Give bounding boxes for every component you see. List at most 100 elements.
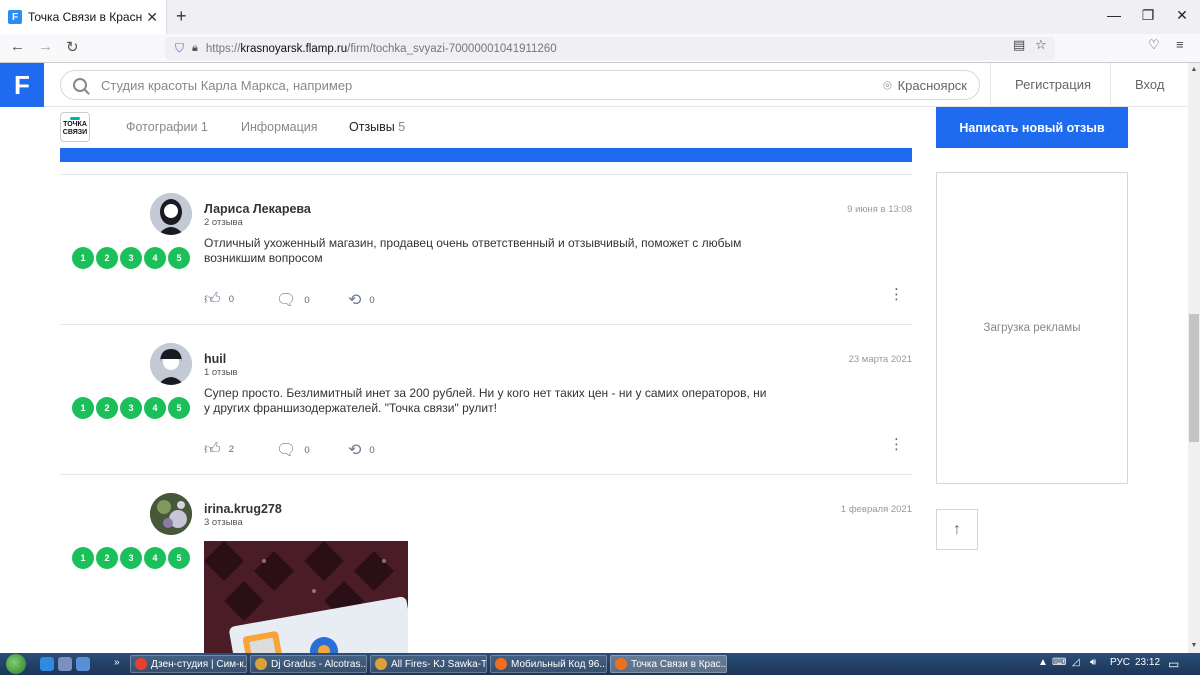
like-button[interactable]: 👍︎ 0 [204,290,234,309]
company-subheader: ТОЧКА СВЯЗИ Фотографии 1 Информация Отзы… [0,107,1188,148]
taskbar-item[interactable]: All Fires- KJ Sawka-T... [370,655,487,673]
pocket-icon[interactable]: ♡ [1148,37,1160,53]
lock-icon[interactable]: 🔒︎ [192,42,198,55]
comment-icon: 🗨︎ [276,442,297,459]
tab-info-label: Информация [241,120,318,134]
shield-icon[interactable]: ⛉ [175,41,184,56]
share-button[interactable]: ⟲ 0 [348,440,375,460]
search-input[interactable]: Студия красоты Карла Маркса, например ⌾ … [60,70,980,100]
reload-icon[interactable]: ↻ [66,38,79,56]
word-icon[interactable] [76,657,90,671]
rating-step: 4 [144,247,166,269]
avatar[interactable] [150,343,192,385]
register-link[interactable]: Регистрация [1015,77,1091,92]
back-arrow-icon[interactable]: ← [10,38,25,55]
comment-count: 0 [304,444,310,456]
taskbar-item-label: Dj Gradus - Alcotras... [271,658,367,670]
scrollbar-thumb[interactable] [1189,314,1199,442]
share-button[interactable]: ⟲ 0 [348,290,375,310]
browser-tab[interactable]: F Точка Связи в Красноярске на ✕ [0,0,167,34]
like-button[interactable]: 👍︎ 2 [204,440,234,459]
tab-photos-count: 1 [200,120,208,134]
reader-view-icon[interactable]: ▤ [1013,37,1025,53]
close-tab-icon[interactable]: ✕ [146,9,158,26]
like-count: 0 [228,294,235,305]
review-date: 23 марта 2021 [848,354,912,365]
chrome-icon [135,658,147,670]
start-button[interactable] [6,654,26,674]
browser-navbar: ← → ↻ ⛉ 🔒︎ https:// krasnoyarsk.flamp.ru… [0,34,1200,63]
divider [990,63,991,107]
close-window-button[interactable]: ✕ [1170,7,1194,24]
comment-button[interactable]: 🗨︎ 0 [276,440,310,460]
address-bar[interactable]: ⛉ 🔒︎ https:// krasnoyarsk.flamp.ru /firm… [165,37,1055,60]
taskbar-item[interactable]: Dj Gradus - Alcotras... [250,655,367,673]
browser-tabbar: F Точка Связи в Красноярске на ✕ + — ❐ ✕ [0,0,1200,34]
thumbs-up-icon: 👍︎ [204,291,221,308]
taskbar-item[interactable]: Дзен-студия | Сим-к... [130,655,247,673]
review-author[interactable]: Лариса Лекарева [204,202,311,216]
minimize-button[interactable]: — [1102,7,1126,23]
search-placeholder: Студия красоты Карла Маркса, например [101,77,353,93]
tab-reviews[interactable]: Отзывы 5 [349,120,405,134]
language-indicator[interactable]: РУС [1110,657,1130,668]
flamp-logo[interactable]: F [0,63,44,107]
media-icon[interactable] [58,657,72,671]
city-selector[interactable]: ⌾ Красноярск [883,77,967,94]
review-card: Лариса Лекарева 2 отзыва 9 июня в 13:08 … [60,174,912,324]
site-header: F Студия красоты Карла Маркса, например … [0,63,1188,107]
avatar[interactable] [150,493,192,535]
quicklaunch-expand-icon[interactable]: » [114,657,120,668]
author-review-count: 3 отзыва [204,517,243,528]
url-host: krasnoyarsk.flamp.ru [240,42,348,55]
logo-mark-icon [70,117,80,120]
tab-photos[interactable]: Фотографии 1 [126,120,208,134]
action-center-icon[interactable]: ▭ [1168,657,1179,671]
rating-step: 1 [72,547,94,569]
rating: 1 2 3 4 5 [72,397,190,419]
network-icon[interactable]: ◿ [1072,657,1080,668]
more-options-icon[interactable]: ⋮ [889,287,904,302]
rating-step: 5 [168,547,190,569]
scroll-up-arrow-icon[interactable]: ▲ [1189,66,1199,73]
bookmark-star-icon[interactable]: ☆ [1035,37,1047,53]
keyboard-icon[interactable]: ⌨ [1052,657,1066,668]
taskbar-item[interactable]: Мобильный Код 96... [490,655,607,673]
review-photo[interactable] [204,541,408,653]
rating-step: 2 [96,397,118,419]
rating-step: 5 [168,397,190,419]
restore-button[interactable]: ❐ [1136,7,1160,24]
comment-button[interactable]: 🗨︎ 0 [276,290,310,310]
scroll-down-arrow-icon[interactable]: ▼ [1189,642,1199,649]
menu-icon[interactable]: ≡ [1176,37,1184,52]
firefox-icon [495,658,507,670]
review-card: huil 1 отзыв 23 марта 2021 1 2 3 4 5 Суп… [60,324,912,474]
avatar[interactable] [150,193,192,235]
rating-step: 4 [144,397,166,419]
rating-step: 5 [168,247,190,269]
taskbar-item[interactable]: Точка Связи в Крас... [610,655,727,673]
rating: 1 2 3 4 5 [72,547,190,569]
login-link[interactable]: Вход [1135,77,1164,92]
new-tab-button[interactable]: + [176,6,187,27]
rating-step: 3 [120,397,142,419]
clock[interactable]: 23:12 [1135,657,1160,668]
tray-expand-icon[interactable]: ▲ [1038,657,1048,668]
company-logo[interactable]: ТОЧКА СВЯЗИ [60,112,90,142]
write-review-button[interactable]: Написать новый отзыв [936,107,1128,148]
forward-arrow-icon[interactable]: → [38,38,53,55]
ie-icon[interactable] [40,657,54,671]
ad-placeholder: Загрузка рекламы [936,172,1128,484]
volume-icon[interactable]: 🔊︎ [1090,657,1096,668]
comment-count: 0 [304,294,310,306]
scroll-up-button[interactable]: ↑ [936,509,978,550]
tab-info[interactable]: Информация [241,120,318,134]
share-count: 0 [369,444,375,456]
review-author[interactable]: huil [204,352,226,366]
review-text: Супер просто. Безлимитный инет за 200 ру… [204,386,767,415]
like-count: 2 [228,444,235,455]
more-options-icon[interactable]: ⋮ [889,437,904,452]
firefox-icon [615,658,627,670]
review-author[interactable]: irina.krug278 [204,502,282,516]
rating-step: 4 [144,547,166,569]
